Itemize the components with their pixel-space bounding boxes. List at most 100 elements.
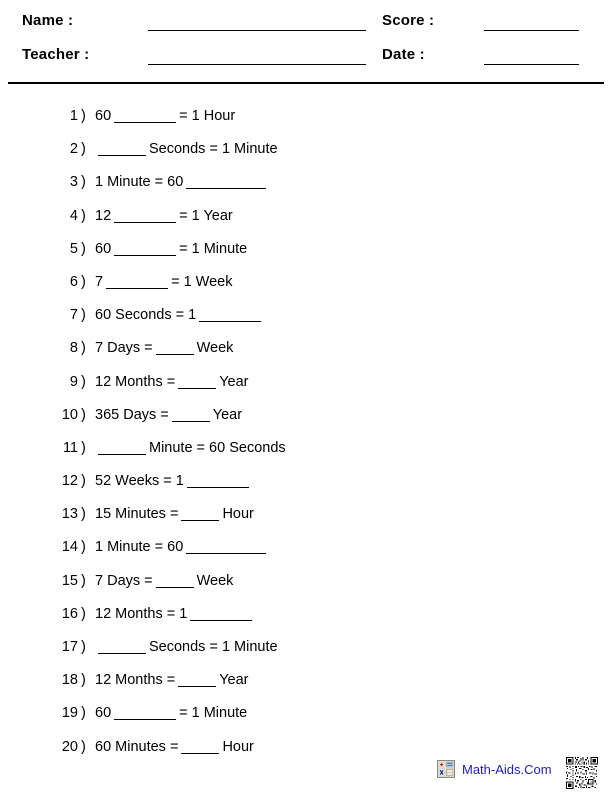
teacher-label: Teacher : xyxy=(22,46,90,63)
question-row: 9) 12 Months = Year xyxy=(0,370,612,403)
question-text: 52 Weeks = 1 xyxy=(95,471,252,491)
question-text-segment: 60 xyxy=(95,108,112,124)
question-text: 7 = 1 Week xyxy=(95,272,232,292)
score-input-line[interactable] xyxy=(484,30,579,31)
question-number: 6 xyxy=(69,273,78,290)
question-text-segment: Year xyxy=(212,406,243,423)
question-text-segment: 7 xyxy=(95,273,104,290)
question-number: 18 xyxy=(61,672,78,689)
question-row: 2) Seconds = 1 Minute xyxy=(0,137,612,170)
question-row: 6) 7 = 1 Week xyxy=(0,270,612,303)
question-text: 7 Days = Week xyxy=(95,338,233,358)
answer-blank[interactable] xyxy=(186,553,267,555)
question-number: 3 xyxy=(69,174,78,191)
question-row: 16) 12 Months = 1 xyxy=(0,602,612,635)
question-row: 19) 60 = 1 Minute xyxy=(0,701,612,734)
question-number: 12 xyxy=(61,473,78,490)
answer-blank[interactable] xyxy=(155,354,194,356)
question-row: 10) 365 Days = Year xyxy=(0,403,612,436)
question-text-segment: Week xyxy=(196,572,234,589)
question-paren: ) xyxy=(81,273,86,290)
question-number: 1 xyxy=(69,108,78,124)
question-paren: ) xyxy=(81,539,86,556)
question-number: 9 xyxy=(69,373,78,390)
answer-blank[interactable] xyxy=(178,686,217,688)
question-row: 4) 12 = 1 Year xyxy=(0,204,612,237)
question-number: 13 xyxy=(61,506,78,523)
question-row: 7) 60 Seconds = 1 xyxy=(0,303,612,336)
question-text-segment: Hour xyxy=(222,506,254,523)
qr-code-icon[interactable] xyxy=(566,757,598,789)
question-text: Minute = 60 Seconds xyxy=(95,438,286,458)
question-paren: ) xyxy=(81,373,86,390)
question-text-segment: = 1 Minute xyxy=(179,705,248,722)
answer-blank[interactable] xyxy=(190,619,253,621)
name-label: Name : xyxy=(22,12,74,29)
question-number: 8 xyxy=(69,340,78,357)
answer-blank[interactable] xyxy=(98,453,146,455)
name-input-line[interactable] xyxy=(148,30,366,31)
math-aids-brand[interactable]: Math-Aids.Com xyxy=(437,760,552,778)
question-number: 2 xyxy=(69,141,78,158)
question-text-segment: 52 Weeks = 1 xyxy=(95,473,184,490)
question-number: 4 xyxy=(69,207,78,224)
question-paren: ) xyxy=(81,705,86,722)
question-text-segment: Year xyxy=(219,672,249,689)
answer-blank[interactable] xyxy=(186,487,249,489)
question-text-segment: 12 Months = xyxy=(95,373,176,390)
question-text-segment: 7 Days = xyxy=(95,340,153,357)
question-paren: ) xyxy=(81,141,86,158)
question-paren: ) xyxy=(81,439,86,456)
question-text: 60 Seconds = 1 xyxy=(95,305,264,325)
question-number: 7 xyxy=(69,307,78,324)
answer-blank[interactable] xyxy=(186,188,267,190)
answer-blank[interactable] xyxy=(181,520,220,522)
question-text-segment: 12 xyxy=(95,207,112,224)
score-label: Score : xyxy=(382,12,435,29)
question-number: 14 xyxy=(61,539,78,556)
answer-blank[interactable] xyxy=(114,122,177,123)
question-text: 12 = 1 Year xyxy=(95,206,233,226)
question-text-segment: 60 xyxy=(95,240,112,257)
question-text: Seconds = 1 Minute xyxy=(95,637,278,657)
question-paren: ) xyxy=(81,572,86,589)
date-input-line[interactable] xyxy=(484,64,579,65)
question-text-segment: = 1 Week xyxy=(171,273,233,290)
header-divider xyxy=(8,82,604,84)
question-paren: ) xyxy=(81,506,86,523)
question-paren: ) xyxy=(81,605,86,622)
question-text-segment: Minute = 60 Seconds xyxy=(149,439,286,456)
question-paren: ) xyxy=(81,406,86,423)
question-text-segment: 60 xyxy=(95,705,112,722)
brand-label: Math-Aids.Com xyxy=(462,761,552,777)
question-list: 1) 60 = 1 Hour 2) Seconds = 1 Minute 3) 1 Minu… xyxy=(0,104,612,768)
question-number: 5 xyxy=(69,240,78,257)
answer-blank[interactable] xyxy=(199,321,262,323)
question-text: 7 Days = Week xyxy=(95,571,233,591)
question-paren: ) xyxy=(81,207,86,224)
question-paren: ) xyxy=(81,108,86,124)
answer-blank[interactable] xyxy=(114,719,177,721)
question-text: 12 Months = Year xyxy=(95,372,249,392)
question-row: 1) 60 = 1 Hour xyxy=(0,104,612,137)
teacher-input-line[interactable] xyxy=(148,64,366,65)
question-paren: ) xyxy=(81,307,86,324)
answer-blank[interactable] xyxy=(155,586,194,588)
question-text-segment: Seconds = 1 Minute xyxy=(149,141,278,158)
answer-blank[interactable] xyxy=(106,287,169,289)
answer-blank[interactable] xyxy=(114,221,177,223)
question-paren: ) xyxy=(81,639,86,655)
question-row: 11) Minute = 60 Seconds xyxy=(0,436,612,469)
question-number: 19 xyxy=(61,705,78,722)
answer-blank[interactable] xyxy=(98,653,146,654)
answer-blank[interactable] xyxy=(114,254,177,256)
question-paren: ) xyxy=(81,672,86,689)
question-number: 10 xyxy=(61,406,78,423)
answer-blank[interactable] xyxy=(98,155,146,157)
answer-blank[interactable] xyxy=(178,387,217,389)
question-text-segment: Year xyxy=(219,373,249,390)
question-text-segment: = 1 Minute xyxy=(179,240,248,257)
answer-blank[interactable] xyxy=(171,420,210,422)
worksheet-footer: Math-Aids.Com xyxy=(0,752,612,792)
question-number: 17 xyxy=(61,639,78,655)
